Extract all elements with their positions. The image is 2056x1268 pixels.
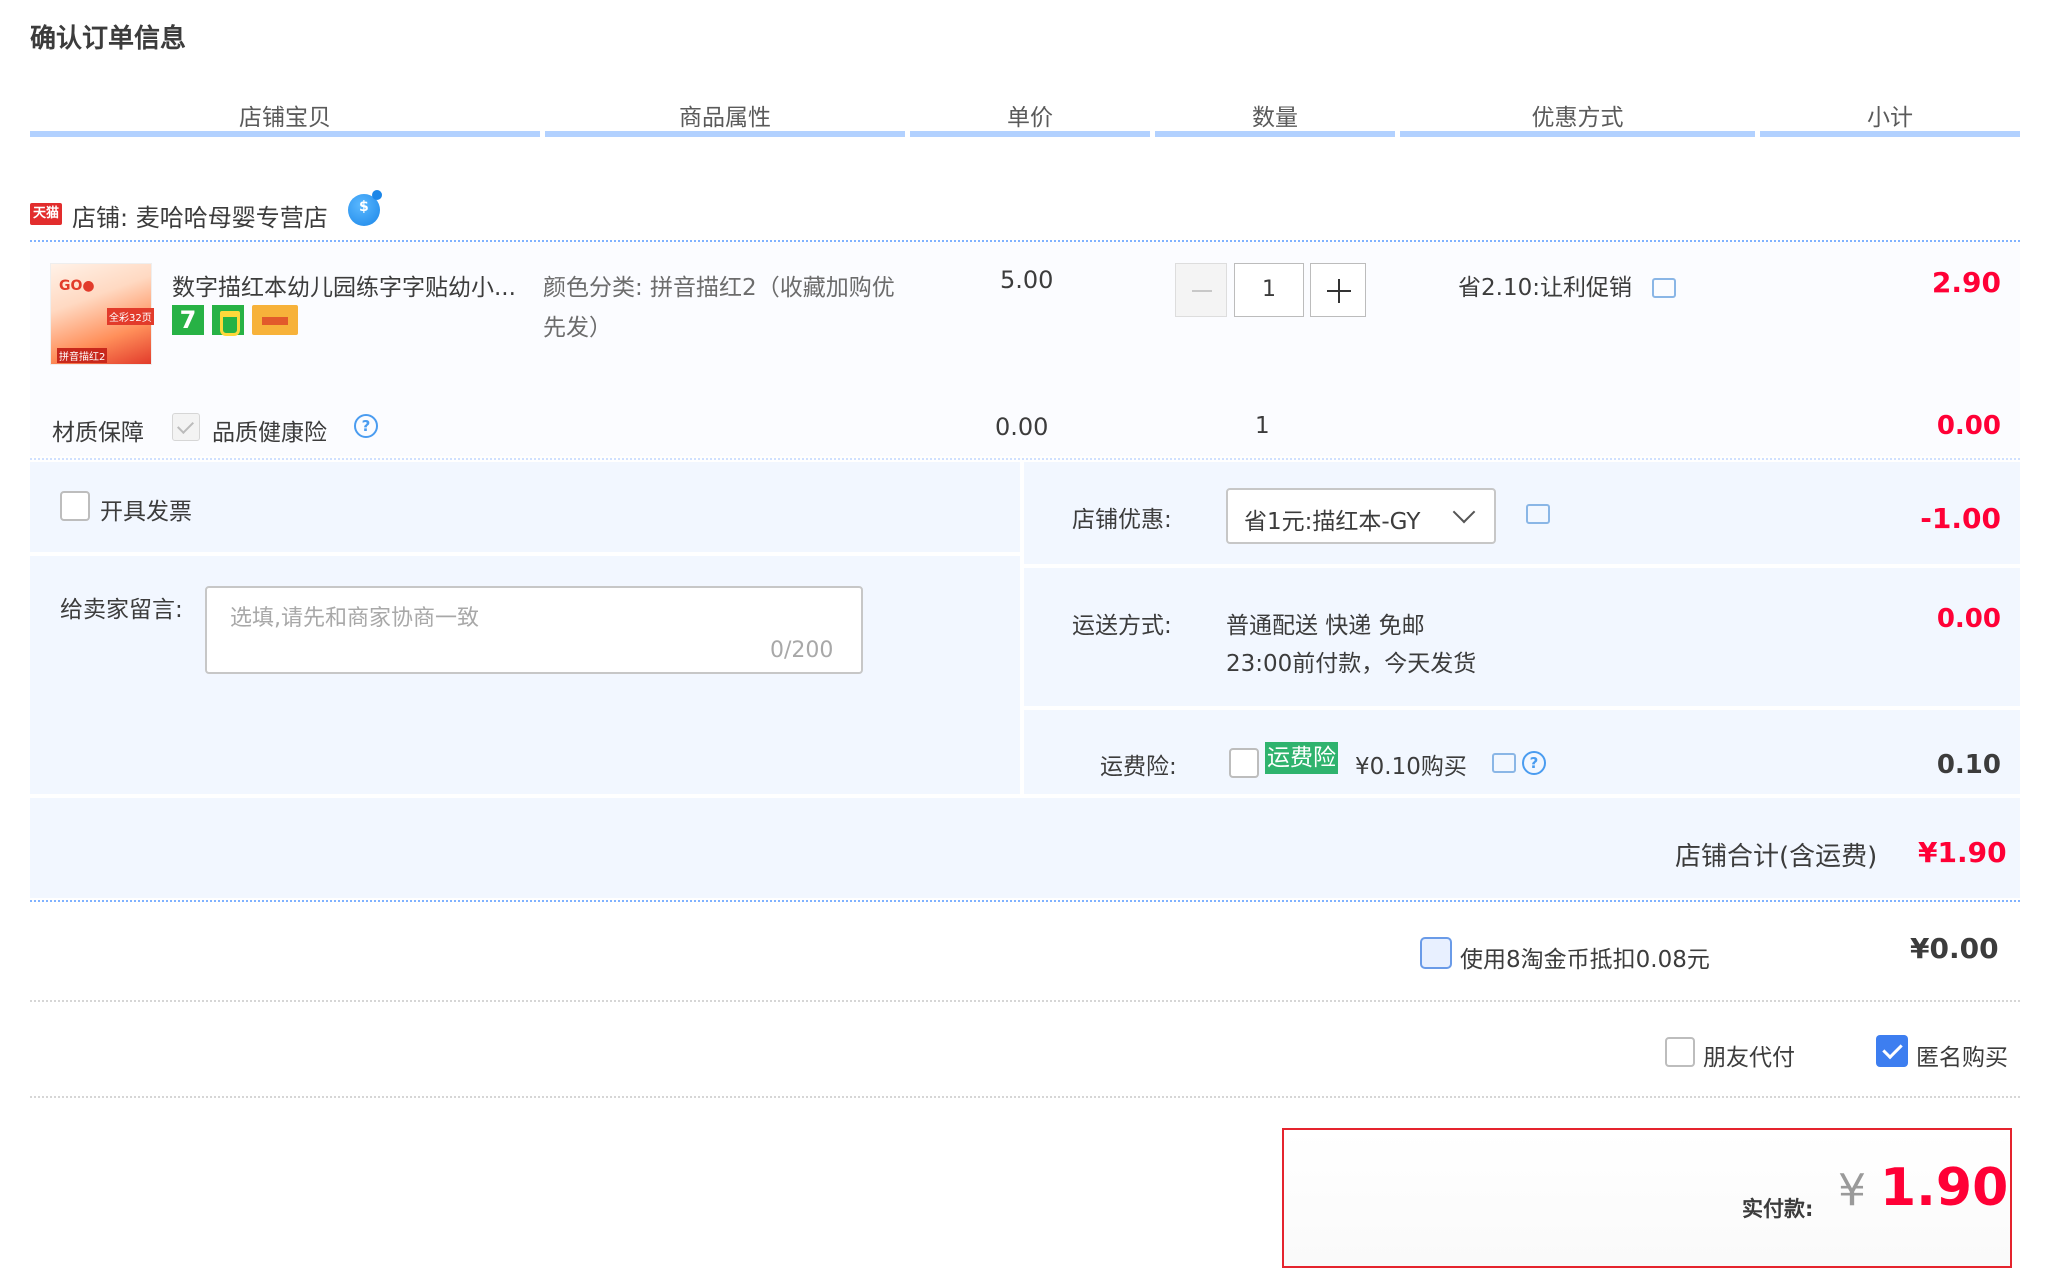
anonymous-checkbox[interactable]: [1876, 1035, 1908, 1067]
header-underline: [30, 131, 540, 137]
insurance-label: 材质保障: [52, 420, 144, 446]
coin-deduct-value: ¥0.00: [1910, 932, 1999, 965]
payment-currency: ¥: [1838, 1165, 1866, 1216]
anonymous-label: 匿名购买: [1916, 1045, 2008, 1071]
promotion-comment-icon[interactable]: [1652, 272, 1676, 298]
header-underline: [545, 131, 905, 137]
store-discount-selected: 省1元:描红本-GY: [1244, 509, 1421, 535]
insurance-quantity: 1: [1255, 413, 1270, 439]
shipping-insurance-label: 运费险:: [1100, 754, 1177, 780]
divider: [30, 1000, 2020, 1002]
coin-deduct-label: 使用8淘金币抵扣0.08元: [1460, 947, 1710, 973]
unit-price: 5.00: [1000, 266, 1054, 294]
shipping-label: 运送方式:: [1072, 613, 1172, 639]
message-char-count: 0/200: [770, 638, 834, 663]
column-header-discount: 优惠方式: [1531, 105, 1624, 131]
header-underline: [1400, 131, 1755, 137]
shipping-insurance-comment-icon[interactable]: [1492, 747, 1516, 773]
product-attribute: 颜色分类: 拼音描红2（收藏加购优先发）: [543, 275, 895, 341]
insurance-help-icon[interactable]: ?: [354, 414, 378, 438]
column-header-items: 店铺宝贝: [239, 105, 331, 131]
thumbnail-text: 拼音描红2: [57, 348, 108, 363]
promotion-text: 省2.10:让利促销: [1458, 275, 1632, 301]
thumbnail-text: 全彩32页: [107, 308, 154, 325]
order-confirm-page: 确认订单信息 店铺宝贝 商品属性 单价 数量 优惠方式 小计 天猫 店铺: 麦哈…: [0, 0, 2056, 1268]
seven-day-return-icon[interactable]: 7: [172, 305, 204, 335]
store-discount-panel: [1024, 462, 2020, 564]
insurance-name: 品质健康险: [212, 420, 327, 446]
page-title: 确认订单信息: [30, 24, 187, 54]
quantity-input[interactable]: 1: [1234, 263, 1304, 317]
shipping-insurance-value: 0.10: [1936, 750, 2001, 780]
item-divider: [30, 458, 2020, 460]
column-header-subtotal: 小计: [1867, 105, 1913, 131]
divider: [30, 1096, 2020, 1098]
coin-deduct-checkbox[interactable]: [1420, 937, 1452, 969]
quantity-increase-button[interactable]: [1310, 263, 1366, 317]
store-total-divider: [30, 900, 2020, 902]
shipping-insurance-checkbox[interactable]: [1229, 748, 1259, 778]
header-underline: [910, 131, 1150, 137]
store-discount-value: -1.00: [1920, 502, 2001, 535]
invoice-label: 开具发票: [100, 499, 192, 525]
store-discount-label: 店铺优惠:: [1072, 507, 1172, 533]
shipping-time: 23:00前付款，今天发货: [1226, 651, 1477, 677]
payment-amount: 1.90: [1880, 1158, 2009, 1218]
shipping-value: 0.00: [1936, 604, 2001, 634]
header-underline: [1155, 131, 1395, 137]
shipping-insurance-tag: 运费险: [1265, 742, 1338, 774]
credit-card-icon[interactable]: [252, 305, 298, 335]
shipping-method: 普通配送 快递 免邮: [1226, 613, 1425, 639]
payment-label: 实付款:: [1742, 1197, 1814, 1221]
store-total-value: ¥1.90: [1918, 836, 2007, 869]
insurance-subtotal: 0.00: [1936, 411, 2001, 441]
column-header-price: 单价: [1007, 105, 1053, 131]
product-title-link[interactable]: 数字描红本幼儿园练字字贴幼小...: [172, 268, 516, 302]
insurance-checkbox: [172, 413, 200, 441]
shipping-insurance-help-icon[interactable]: ?: [1522, 751, 1546, 775]
shipping-insurance-price: ¥0.10购买: [1355, 754, 1467, 780]
guarantee-icon[interactable]: [212, 305, 244, 336]
friend-pay-checkbox[interactable]: [1665, 1037, 1695, 1067]
shop-name[interactable]: 店铺: 麦哈哈母婴专营店: [72, 198, 328, 233]
quantity-decrease-button[interactable]: [1175, 263, 1227, 317]
insurance-price: 0.00: [995, 413, 1049, 441]
column-header-attributes: 商品属性: [679, 105, 771, 131]
thumbnail-text: GO●: [59, 278, 95, 294]
friend-pay-label: 朋友代付: [1703, 1045, 1795, 1071]
column-header-quantity: 数量: [1252, 105, 1298, 131]
message-placeholder: 选填,请先和商家协商一致: [230, 606, 479, 631]
invoice-checkbox[interactable]: [60, 491, 90, 521]
message-label: 给卖家留言:: [60, 597, 183, 623]
tmall-logo: 天猫: [30, 203, 62, 225]
item-subtotal: 2.90: [1931, 266, 2001, 299]
wangwang-chat-icon[interactable]: [348, 190, 382, 226]
store-total-label: 店铺合计(含运费): [1675, 842, 1878, 872]
shipping-panel: [1024, 568, 2020, 706]
discount-comment-icon[interactable]: [1526, 498, 1550, 524]
product-thumbnail[interactable]: GO● 全彩32页 拼音描红2: [50, 263, 154, 365]
header-underline: [1760, 131, 2020, 137]
